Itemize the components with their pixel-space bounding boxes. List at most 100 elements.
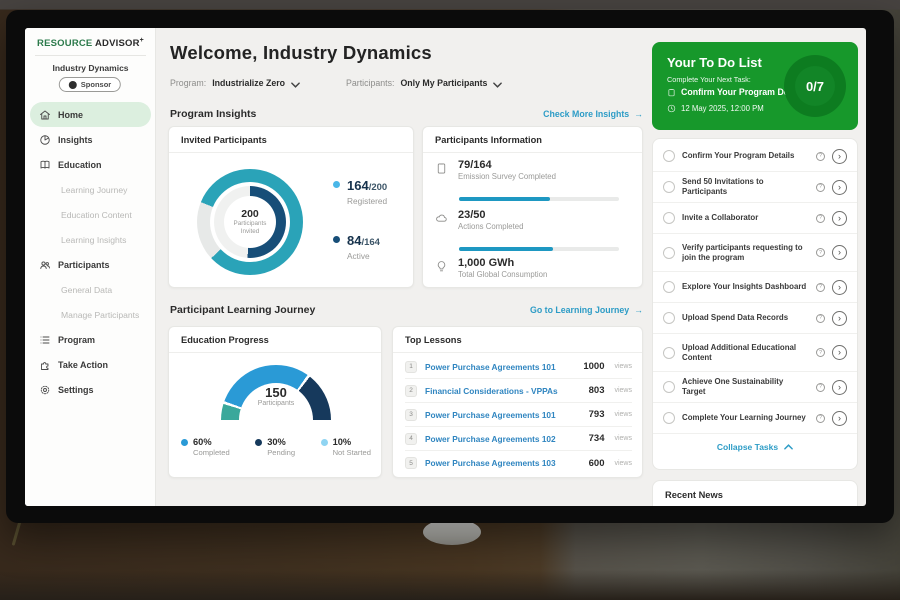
info-icon[interactable]: ? (816, 214, 825, 223)
sidebar-item-take-action[interactable]: Take Action (25, 352, 156, 377)
sidebar-item-label: Take Action (58, 360, 108, 370)
actions-completed-progress (459, 247, 619, 251)
views-label: views (614, 387, 632, 394)
sidebar-item-program[interactable]: Program (25, 327, 156, 352)
lesson-link[interactable]: Power Purchase Agreements 102 (425, 434, 581, 444)
task-row[interactable]: Invite a Collaborator ? › (653, 203, 857, 234)
sidebar-item-learning-journey[interactable]: Learning Journey (25, 177, 156, 202)
task-checkbox[interactable] (663, 347, 675, 359)
program-dropdown[interactable]: Industrialize Zero (212, 78, 285, 88)
lesson-link[interactable]: Power Purchase Agreements 101 (425, 362, 575, 372)
legend-dot (333, 236, 340, 243)
chevron-right-icon: › (838, 151, 841, 161)
info-icon[interactable]: ? (816, 183, 825, 192)
link-label: Check More Insights (543, 109, 629, 119)
lesson-rank: 3 (405, 409, 417, 421)
task-checkbox[interactable] (663, 412, 675, 424)
stat-value: 1,000 GWh (458, 257, 547, 269)
monitor-bezel: RESOURCE ADVISOR+ Industry Dynamics Spon… (6, 10, 894, 523)
sidebar-item-general-data[interactable]: General Data (25, 277, 156, 302)
sidebar-item-label: Program (58, 335, 95, 345)
task-chevron-button[interactable]: › (832, 211, 847, 226)
invited-participants-card: Invited Participants 200 Participants In… (168, 126, 414, 288)
sidebar-item-label: Education (58, 160, 102, 170)
lesson-link[interactable]: Power Purchase Agreements 103 (425, 458, 581, 468)
task-checkbox[interactable] (663, 312, 675, 324)
sidebar-item-education-content[interactable]: Education Content (25, 202, 156, 227)
task-row[interactable]: Upload Spend Data Records ? › (653, 303, 857, 334)
lesson-link[interactable]: Power Purchase Agreements 101 (425, 410, 581, 420)
task-row[interactable]: Verify participants requesting to join t… (653, 234, 857, 272)
logo-resource: RESOURCE (37, 38, 92, 49)
section-title: Participant Learning Journey (170, 304, 315, 316)
sidebar-item-label: Insights (58, 135, 93, 145)
info-icon[interactable]: ? (816, 283, 825, 292)
emission-survey-progress (459, 197, 619, 201)
info-icon[interactable]: ? (816, 414, 825, 423)
program-insights-header: Program Insights Check More Insights → (170, 108, 643, 120)
lesson-rank: 2 (405, 385, 417, 397)
sidebar-item-home[interactable]: Home (30, 102, 151, 127)
check-more-insights-link[interactable]: Check More Insights → (543, 109, 643, 119)
task-checkbox[interactable] (663, 212, 675, 224)
lesson-row: 3 Power Purchase Agreements 101 793 view… (405, 403, 632, 427)
lesson-row: 5 Power Purchase Agreements 103 600 view… (405, 451, 632, 475)
sidebar-item-label: Education Content (61, 210, 132, 220)
task-label: Upload Spend Data Records (682, 313, 809, 323)
task-checkbox[interactable] (663, 247, 675, 259)
task-row[interactable]: Achieve One Sustainability Target ? › (653, 372, 857, 403)
task-checkbox[interactable] (663, 181, 675, 193)
go-to-learning-journey-link[interactable]: Go to Learning Journey → (530, 305, 643, 315)
donut-center-value: 200 (241, 208, 259, 220)
sponsor-badge[interactable]: Sponsor (59, 77, 121, 92)
sidebar-item-manage-participants[interactable]: Manage Participants (25, 302, 156, 327)
sidebar-item-learning-insights[interactable]: Learning Insights (25, 227, 156, 252)
progress-fill (459, 197, 550, 201)
participants-dropdown[interactable]: Only My Participants (400, 78, 487, 88)
sidebar-item-label: Participants (58, 260, 110, 270)
sidebar-item-insights[interactable]: Insights (25, 127, 156, 152)
task-checkbox[interactable] (663, 281, 675, 293)
todo-title: Your To Do List (667, 55, 762, 70)
task-chevron-button[interactable]: › (832, 345, 847, 360)
task-chevron-button[interactable]: › (832, 149, 847, 164)
task-chevron-button[interactable]: › (832, 245, 847, 260)
info-icon[interactable]: ? (816, 152, 825, 161)
task-chevron-button[interactable]: › (832, 411, 847, 426)
sidebar-item-settings[interactable]: Settings (25, 377, 156, 402)
task-checkbox[interactable] (663, 150, 675, 162)
top-lessons-card: Top Lessons 1 Power Purchase Agreements … (392, 326, 643, 478)
chevron-down-icon[interactable] (493, 80, 502, 86)
legend-dot (255, 439, 262, 446)
collapse-tasks-link[interactable]: Collapse Tasks (653, 434, 857, 460)
lesson-link[interactable]: Financial Considerations - VPPAs (425, 386, 581, 396)
home-icon (39, 109, 51, 121)
participants-icon (39, 259, 51, 271)
task-chevron-button[interactable]: › (832, 311, 847, 326)
chevron-right-icon: › (838, 313, 841, 323)
task-row[interactable]: Upload Additional Educational Content ? … (653, 334, 857, 372)
program-filter: Program: Industrialize Zero (170, 78, 300, 88)
task-chevron-button[interactable]: › (832, 380, 847, 395)
task-row[interactable]: Send 50 Invitations to Participants ? › (653, 172, 857, 203)
sidebar-item-education[interactable]: Education (25, 152, 156, 177)
legend-value: 164 (347, 178, 369, 193)
views-label: views (614, 460, 632, 467)
info-icon[interactable]: ? (816, 348, 825, 357)
todo-task-list: Confirm Your Program Details ? › Send 50… (652, 138, 858, 470)
chevron-right-icon: › (838, 347, 841, 357)
sidebar-item-participants[interactable]: Participants (25, 252, 156, 277)
clipboard-icon (667, 88, 676, 97)
task-row[interactable]: Complete Your Learning Journey ? › (653, 403, 857, 434)
lesson-row: 4 Power Purchase Agreements 102 734 view… (405, 427, 632, 451)
legend-completed: 60% Completed (181, 437, 230, 457)
info-icon[interactable]: ? (816, 248, 825, 257)
task-row[interactable]: Explore Your Insights Dashboard ? › (653, 272, 857, 303)
task-chevron-button[interactable]: › (832, 180, 847, 195)
task-chevron-button[interactable]: › (832, 280, 847, 295)
task-checkbox[interactable] (663, 381, 675, 393)
task-row[interactable]: Confirm Your Program Details ? › (653, 141, 857, 172)
chevron-down-icon[interactable] (291, 80, 300, 86)
info-icon[interactable]: ? (816, 383, 825, 392)
info-icon[interactable]: ? (816, 314, 825, 323)
